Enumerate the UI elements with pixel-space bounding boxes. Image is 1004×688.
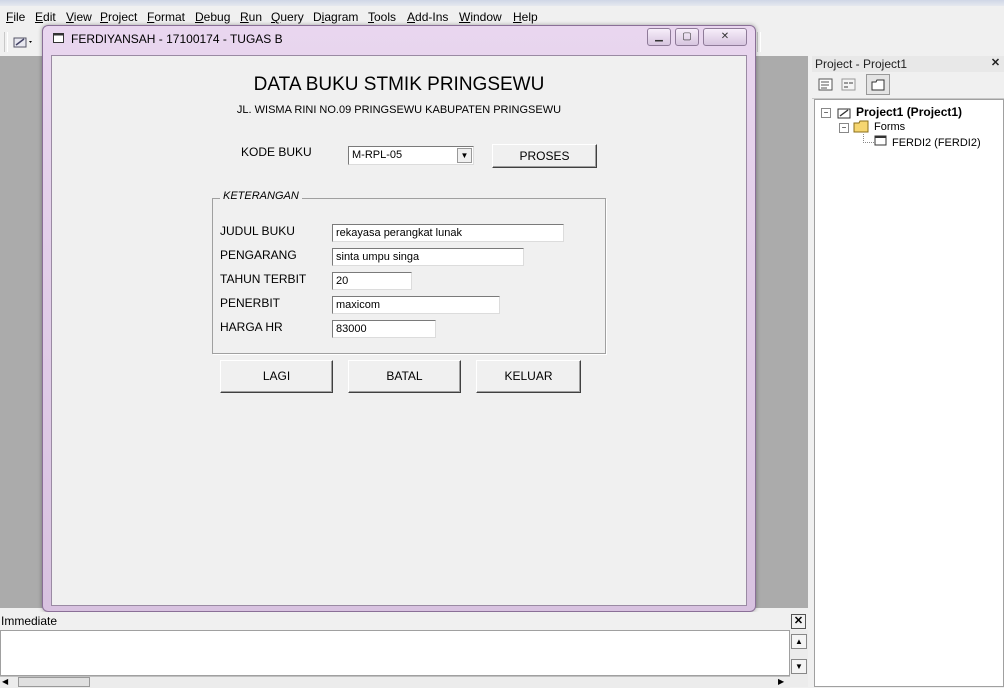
kode-buku-value: M-RPL-05 — [352, 149, 403, 161]
immediate-horizontal-scrollbar[interactable]: ◀ ▶ — [0, 676, 790, 688]
form-window-title: FERDIYANSAH - 17100174 - TUGAS B — [71, 32, 283, 46]
menu-diagram[interactable]: Diagram — [313, 10, 358, 24]
form-client-area: DATA BUKU STMIK PRINGSEWU JL. WISMA RINI… — [51, 55, 747, 606]
menu-project[interactable]: Project — [100, 10, 137, 24]
menu-run[interactable]: Run — [240, 10, 262, 24]
panel-splitter[interactable] — [808, 56, 812, 687]
judul-buku-field[interactable]: rekayasa perangkat lunak — [332, 224, 564, 242]
menu-window[interactable]: Window — [459, 10, 502, 24]
chevron-down-icon[interactable]: ▼ — [457, 148, 472, 163]
form-icon — [53, 33, 64, 43]
scroll-thumb[interactable] — [18, 677, 90, 687]
harga-field[interactable]: 83000 — [332, 320, 436, 338]
scroll-up-icon[interactable]: ▲ — [791, 634, 807, 649]
scroll-left-icon[interactable]: ◀ — [2, 677, 12, 687]
pengarang-label: PENGARANG — [220, 248, 297, 262]
page-title: DATA BUKU STMIK PRINGSEWU — [253, 74, 545, 95]
forms-folder-icon — [853, 120, 869, 133]
tahun-terbit-label: TAHUN TERBIT — [220, 272, 307, 286]
view-object-icon[interactable] — [841, 78, 857, 92]
project-explorer-toolbar — [812, 72, 1004, 99]
menu-view[interactable]: View — [66, 10, 92, 24]
menu-file[interactable]: File — [6, 10, 25, 24]
folder-icon — [871, 79, 885, 91]
kode-buku-combo[interactable]: M-RPL-05 ▼ — [348, 146, 474, 165]
harga-label: HARGA HR — [220, 320, 283, 334]
project-explorer-title: Project - Project1 — [815, 57, 908, 71]
keterangan-caption: KETERANGAN — [220, 190, 302, 202]
immediate-text-area[interactable] — [0, 630, 790, 676]
project-icon — [837, 108, 851, 119]
menu-help[interactable]: Help — [513, 10, 538, 24]
add-project-icon[interactable] — [12, 34, 34, 50]
menu-edit[interactable]: Edit — [35, 10, 56, 24]
menu-debug[interactable]: Debug — [195, 10, 230, 24]
toggle-folders-button[interactable] — [866, 74, 890, 95]
menu-format[interactable]: Format — [147, 10, 185, 24]
penerbit-field[interactable]: maxicom — [332, 296, 500, 314]
form-window: FERDIYANSAH - 17100174 - TUGAS B ▁ ▢ ✕ D… — [42, 25, 756, 612]
maximize-button[interactable]: ▢ — [675, 28, 699, 46]
close-button[interactable]: ✕ — [703, 28, 747, 46]
project-close-icon[interactable]: ✕ — [989, 57, 1002, 70]
menu-addins[interactable]: Add-Ins — [407, 10, 448, 24]
toolbar-separator — [757, 32, 761, 52]
view-code-icon[interactable] — [818, 78, 834, 92]
collapse-forms-icon[interactable]: − — [839, 123, 849, 133]
keluar-button[interactable]: KELUAR — [476, 360, 581, 393]
tree-connector — [863, 134, 874, 143]
collapse-icon[interactable]: − — [821, 108, 831, 118]
immediate-titlebar: Immediate ✕ — [0, 612, 808, 630]
immediate-title: Immediate — [1, 614, 58, 628]
penerbit-label: PENERBIT — [220, 296, 281, 310]
tahun-terbit-field[interactable]: 20 — [332, 272, 412, 290]
tree-item-form[interactable]: FERDI2 (FERDI2) — [892, 137, 981, 149]
kode-buku-label: KODE BUKU — [241, 145, 312, 159]
tree-folder-forms[interactable]: Forms — [874, 121, 905, 133]
tree-root-project[interactable]: Project1 (Project1) — [856, 105, 962, 119]
immediate-close-icon[interactable]: ✕ — [791, 614, 806, 629]
scroll-down-icon[interactable]: ▼ — [791, 659, 807, 674]
minimize-button[interactable]: ▁ — [647, 28, 671, 46]
proses-button[interactable]: PROSES — [492, 144, 597, 168]
lagi-button[interactable]: LAGI — [220, 360, 333, 393]
scroll-right-icon[interactable]: ▶ — [778, 677, 788, 687]
batal-button[interactable]: BATAL — [348, 360, 461, 393]
immediate-vertical-scrollbar[interactable]: ▲ ▼ — [790, 630, 808, 687]
toolbar-grip — [4, 32, 8, 52]
project-explorer-titlebar: Project - Project1 ✕ — [812, 56, 1004, 72]
judul-buku-label: JUDUL BUKU — [220, 224, 295, 238]
project-tree: − Project1 (Project1) − Forms FERDI2 (FE… — [814, 99, 1004, 687]
pengarang-field[interactable]: sinta umpu singa — [332, 248, 524, 266]
page-subtitle: JL. WISMA RINI NO.09 PRINGSEWU KABUPATEN… — [236, 104, 562, 116]
form-item-icon — [874, 135, 887, 146]
menu-query[interactable]: Query — [271, 10, 304, 24]
menu-tools[interactable]: Tools — [368, 10, 396, 24]
